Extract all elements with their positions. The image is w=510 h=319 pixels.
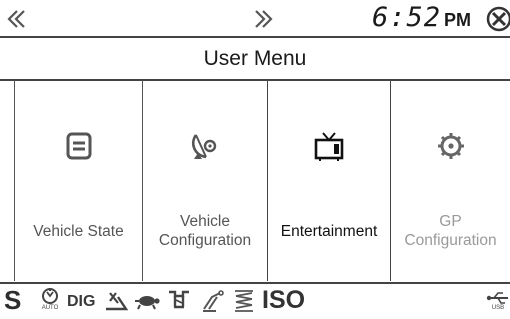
clock-ampm: PM — [444, 10, 472, 30]
indicator-bar: S AUTO DIG ISO USB — [0, 282, 510, 316]
menu-item-vehicle-state[interactable]: Vehicle State — [14, 81, 142, 281]
usb-indicator: USB — [486, 290, 510, 316]
menu-item-label: Entertainment — [268, 205, 390, 257]
hitch-icon — [203, 290, 224, 312]
auto-label: AUTO — [41, 305, 59, 311]
label-line-2: Configuration — [404, 232, 497, 249]
s-indicator: S — [4, 285, 22, 315]
hitch-indicator — [200, 289, 226, 313]
label-line-2: Configuration — [158, 232, 252, 249]
usb-label: USB — [491, 305, 505, 311]
spring-icon — [235, 290, 253, 312]
menu-item-entertainment[interactable]: Entertainment — [267, 81, 391, 281]
diff-lock-indicator — [104, 289, 129, 313]
chevron-right-icon — [255, 10, 273, 28]
label-line-1: Vehicle State — [33, 222, 124, 240]
clock: 6:52 PM — [372, 1, 471, 35]
pto-icon — [169, 290, 189, 309]
diff-lock-icon — [106, 292, 129, 311]
document-icon — [66, 132, 91, 160]
pto-indicator — [166, 289, 192, 311]
chevron-left-icon — [7, 10, 25, 28]
menu-grid: Vehicle State Vehicle Configuration Ente… — [0, 81, 510, 281]
close-button[interactable] — [486, 6, 510, 32]
iso-indicator: ISO — [262, 286, 306, 314]
usb-icon — [486, 292, 508, 304]
tv-icon — [314, 132, 344, 161]
previous-page-button[interactable] — [4, 8, 30, 30]
gear-icon — [437, 133, 464, 159]
next-page-button[interactable] — [250, 8, 276, 30]
menu-item-gp-configuration[interactable]: GP Configuration — [391, 81, 510, 281]
menu-item-label: Vehicle Configuration — [143, 205, 267, 257]
auto-mode-indicator: AUTO — [38, 286, 62, 316]
menu-item-label: GP Configuration — [391, 205, 510, 257]
satellite-dish-icon — [192, 134, 217, 159]
turtle-icon — [135, 296, 160, 310]
spring-indicator — [232, 288, 256, 314]
menu-item-label: Vehicle State — [15, 205, 142, 257]
status-bar: 6:52 PM — [0, 0, 510, 38]
label-line-1: GP — [439, 213, 462, 230]
clock-time: 6:52 — [372, 2, 442, 33]
menu-item-vehicle-configuration[interactable]: Vehicle Configuration — [142, 81, 267, 281]
label-line-1: Vehicle — [180, 213, 230, 230]
title-bar: User Menu — [0, 38, 510, 81]
turtle-indicator — [134, 292, 160, 310]
label-line-1: Entertainment — [280, 222, 378, 240]
dig-indicator: DIG — [67, 293, 96, 310]
page-title: User Menu — [203, 46, 307, 70]
close-icon — [486, 6, 510, 32]
